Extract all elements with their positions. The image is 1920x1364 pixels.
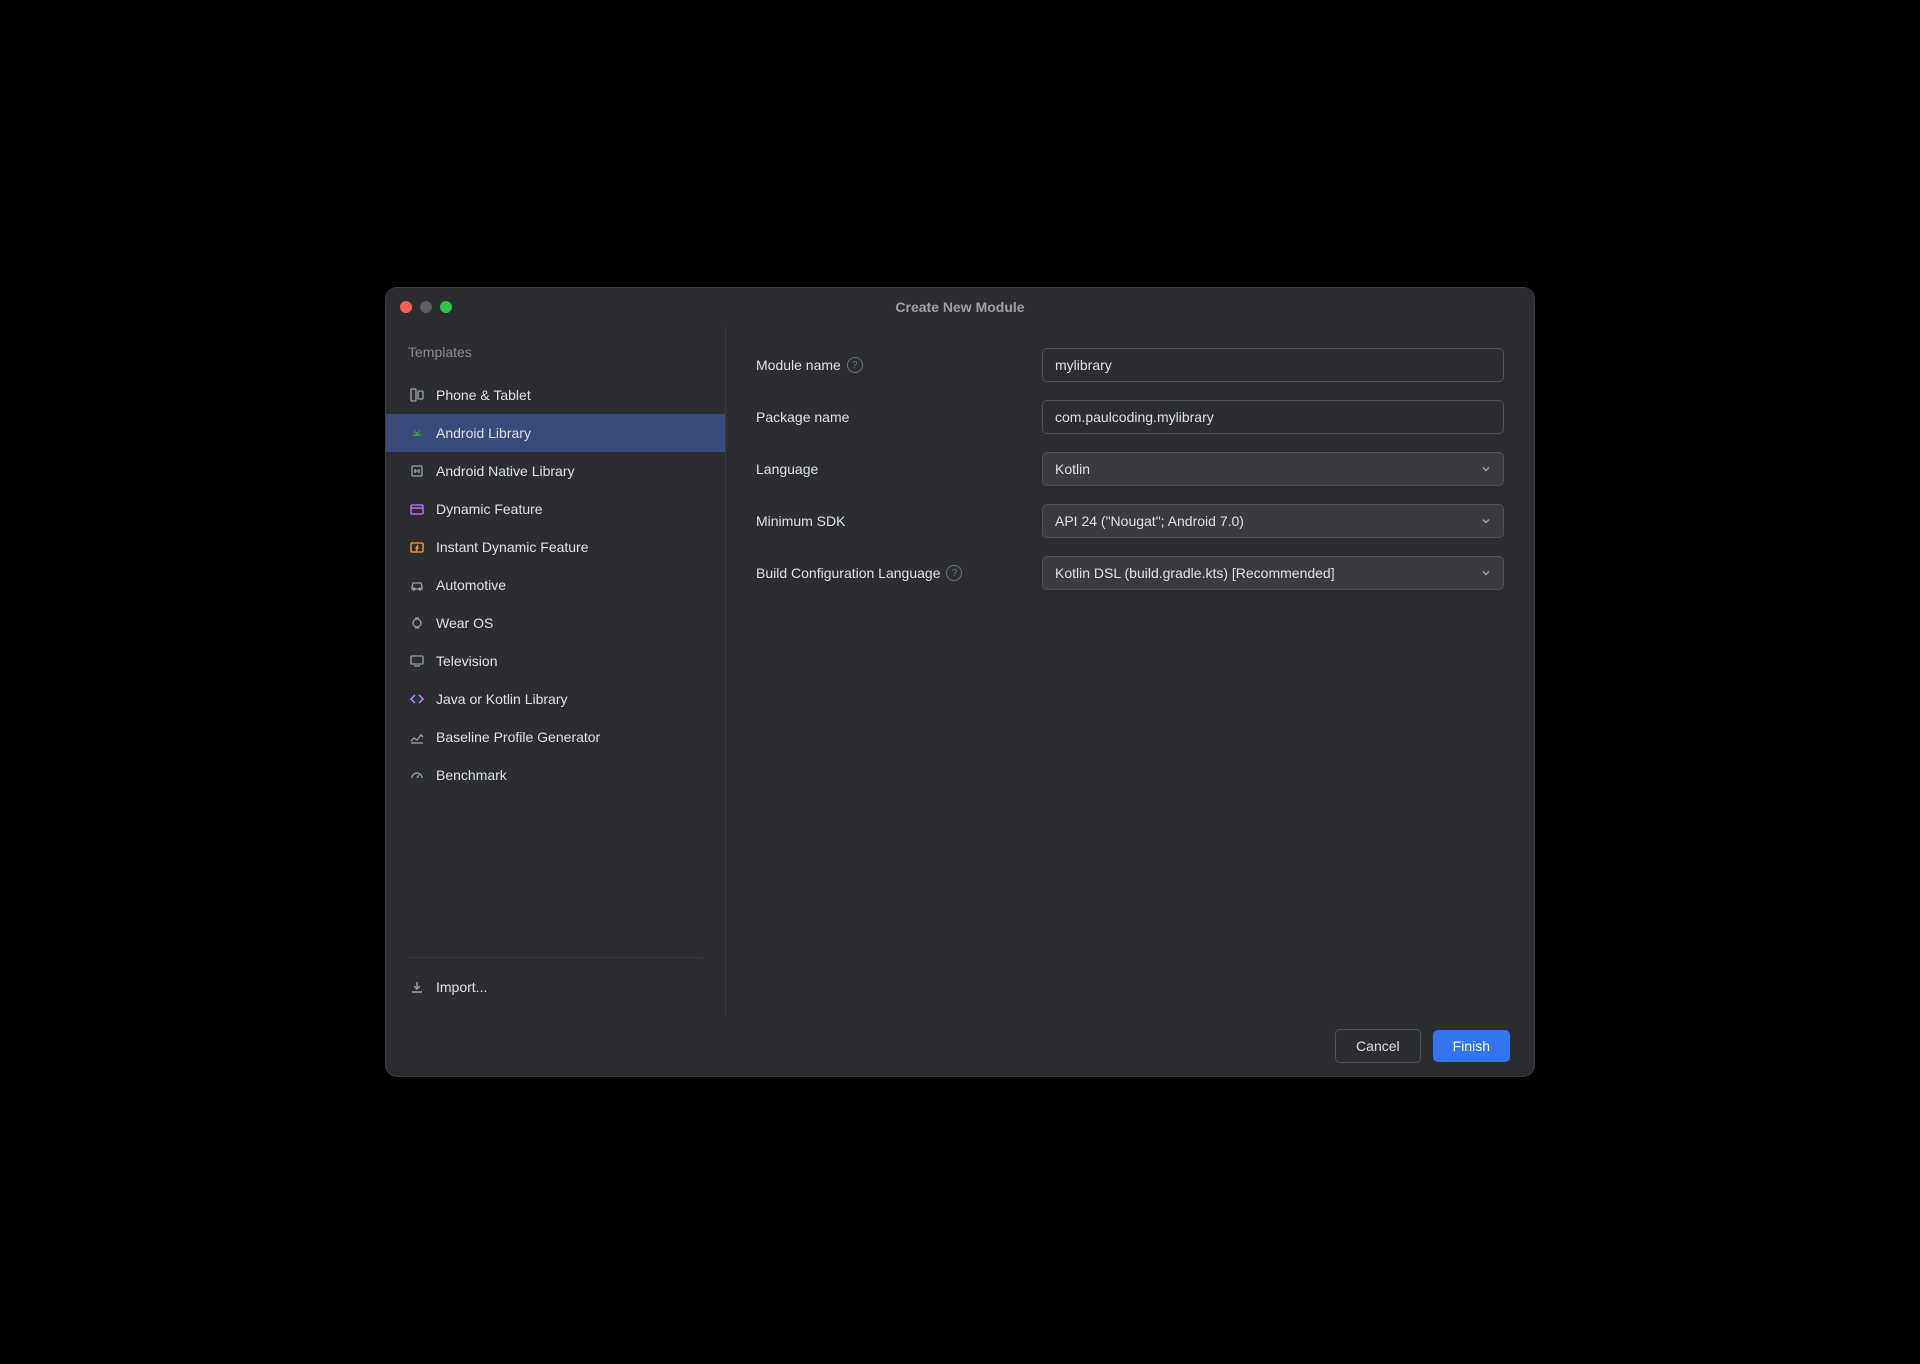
min-sdk-label: Minimum SDK [756, 513, 1026, 529]
code-icon [408, 690, 426, 708]
sidebar-item-instant-dynamic-feature[interactable]: Instant Dynamic Feature [386, 528, 725, 566]
sidebar-list: Phone & Tablet Android Library Android Nat… [386, 376, 725, 947]
titlebar: Create New Module [386, 288, 1534, 326]
sidebar-item-label: Java or Kotlin Library [436, 691, 568, 707]
build-config-value: Kotlin DSL (build.gradle.kts) [Recommend… [1055, 565, 1335, 581]
sidebar-item-label: Benchmark [436, 767, 507, 783]
android-icon [408, 424, 426, 442]
dynamic-feature-icon [408, 500, 426, 518]
instant-dynamic-icon [408, 538, 426, 556]
min-sdk-value: API 24 ("Nougat"; Android 7.0) [1055, 513, 1244, 529]
car-icon [408, 576, 426, 594]
window-title: Create New Module [895, 299, 1024, 315]
build-config-label: Build Configuration Language ? [756, 565, 1026, 581]
sidebar-item-phone-tablet[interactable]: Phone & Tablet [386, 376, 725, 414]
sidebar-item-automotive[interactable]: Automotive [386, 566, 725, 604]
chevron-down-icon [1481, 516, 1491, 526]
module-name-row: Module name ? [756, 348, 1504, 382]
form-area: Module name ? Package name Language Kotl… [726, 326, 1534, 1016]
sidebar-item-android-library[interactable]: Android Library [386, 414, 725, 452]
chevron-down-icon [1481, 568, 1491, 578]
baseline-icon [408, 728, 426, 746]
sidebar-item-dynamic-feature[interactable]: Dynamic Feature [386, 490, 725, 528]
sidebar-item-label: Wear OS [436, 615, 493, 631]
language-value: Kotlin [1055, 461, 1090, 477]
sidebar-item-baseline-profile-generator[interactable]: Baseline Profile Generator [386, 718, 725, 756]
sidebar-divider [408, 957, 703, 958]
build-config-select[interactable]: Kotlin DSL (build.gradle.kts) [Recommend… [1042, 556, 1504, 590]
phone-tablet-icon [408, 386, 426, 404]
language-select[interactable]: Kotlin [1042, 452, 1504, 486]
import-label: Import... [436, 979, 487, 995]
help-icon[interactable]: ? [946, 565, 962, 581]
minimize-window-button[interactable] [420, 301, 432, 313]
sidebar-item-label: Automotive [436, 577, 506, 593]
sidebar-import[interactable]: Import... [386, 968, 725, 1016]
dialog-footer: Cancel Finish [386, 1016, 1534, 1076]
language-row: Language Kotlin [756, 452, 1504, 486]
close-window-button[interactable] [400, 301, 412, 313]
min-sdk-row: Minimum SDK API 24 ("Nougat"; Android 7.… [756, 504, 1504, 538]
sidebar-item-label: Phone & Tablet [436, 387, 531, 403]
maximize-window-button[interactable] [440, 301, 452, 313]
sidebar-item-label: Android Native Library [436, 463, 575, 479]
import-icon [408, 978, 426, 996]
min-sdk-select[interactable]: API 24 ("Nougat"; Android 7.0) [1042, 504, 1504, 538]
sidebar-item-label: Television [436, 653, 497, 669]
native-lib-icon [408, 462, 426, 480]
sidebar-item-label: Android Library [436, 425, 531, 441]
sidebar-item-benchmark[interactable]: Benchmark [386, 756, 725, 794]
help-icon[interactable]: ? [847, 357, 863, 373]
sidebar-item-label: Dynamic Feature [436, 501, 543, 517]
sidebar-item-java-or-kotlin-library[interactable]: Java or Kotlin Library [386, 680, 725, 718]
dialog-window: Create New Module Templates Phone & Tabl… [385, 287, 1535, 1077]
window-controls [400, 301, 452, 313]
dialog-body: Templates Phone & Tablet Android Library A… [386, 326, 1534, 1016]
tv-icon [408, 652, 426, 670]
finish-button[interactable]: Finish [1433, 1030, 1510, 1062]
chevron-down-icon [1481, 464, 1491, 474]
package-name-label: Package name [756, 409, 1026, 425]
sidebar-header: Templates [386, 344, 725, 376]
cancel-button[interactable]: Cancel [1335, 1029, 1421, 1063]
module-name-input[interactable] [1042, 348, 1504, 382]
module-name-label: Module name ? [756, 357, 1026, 373]
sidebar-item-wear-os[interactable]: Wear OS [386, 604, 725, 642]
gauge-icon [408, 766, 426, 784]
build-config-row: Build Configuration Language ? Kotlin DS… [756, 556, 1504, 590]
templates-sidebar: Templates Phone & Tablet Android Library A… [386, 326, 726, 1016]
sidebar-item-television[interactable]: Television [386, 642, 725, 680]
package-name-row: Package name [756, 400, 1504, 434]
watch-icon [408, 614, 426, 632]
sidebar-item-label: Baseline Profile Generator [436, 729, 600, 745]
sidebar-item-label: Instant Dynamic Feature [436, 539, 589, 555]
sidebar-item-android-native-library[interactable]: Android Native Library [386, 452, 725, 490]
language-label: Language [756, 461, 1026, 477]
package-name-input[interactable] [1042, 400, 1504, 434]
